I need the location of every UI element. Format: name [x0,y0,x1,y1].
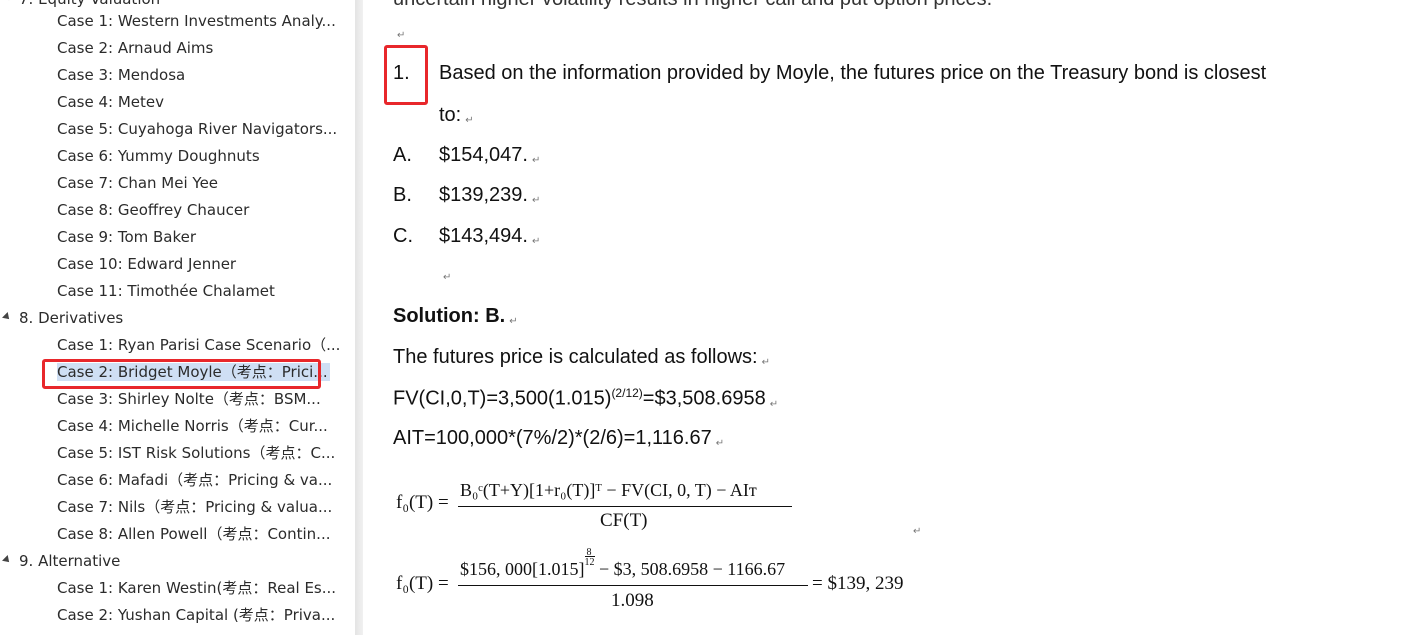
nav-label: Case 2: Arnaud Aims [57,39,214,57]
nav-item[interactable]: Case 7: Chan Mei Yee [57,170,218,197]
nav-item[interactable]: Case 6: Mafadi（考点：Pricing & va... [57,467,332,494]
nav-label: Case 1: Karen Westin(考点：Real Es... [57,579,337,597]
formula2-numerator: $156, 000[1.015] 8 12 − $3, 508.6958 − 116… [460,547,786,579]
nav-heading[interactable]: 8. Derivatives [0,305,123,332]
nav-label: Case 11: Timothée Chalamet [57,282,275,300]
formula2-exp-bottom: 12 [584,557,595,568]
nav-label: Case 10: Edward Jenner [57,255,237,273]
nav-item[interactable]: Case 11: Timothée Chalamet [57,278,275,305]
paragraph-mark-icon: ↵ [769,398,779,410]
option-c-letter: C. [393,225,413,247]
formula2-lhs: f₀(T) = [396,573,449,594]
nav-item[interactable]: Case 5: Cuyahoga River Navigators... [57,116,337,143]
nav-label: 8. Derivatives [19,309,124,327]
nav-item[interactable]: Case 7: Nils（考点：Pricing & valua... [57,494,332,521]
question-highlight-box [384,45,428,105]
nav-heading-label: 7. Equity Valuation [19,0,160,8]
nav-label: Case 3: Mendosa [57,66,186,84]
nav-label: Case 9: Tom Baker [57,228,197,246]
nav-label: Case 4: Metev [57,93,164,111]
paragraph-mark-icon: ↵ [509,316,518,327]
nav-item[interactable]: Case 3: Shirley Nolte（考点：BSM... [57,386,321,413]
collapse-triangle-icon[interactable] [2,0,12,3]
paragraph-mark-icon: ↵ [531,195,541,206]
nav-item[interactable]: Case 8: Allen Powell（考点：Contin... [57,521,330,548]
nav-item[interactable]: Case 9: Tom Baker [57,224,196,251]
option-a-text: $154,047. ↵ [439,144,541,166]
nav-item[interactable]: Case 2: Yushan Capital (考点：Priva... [57,602,335,629]
nav-item[interactable]: Case 1: Western Investments Analy... [57,8,336,35]
nav-label: Case 7: Nils（考点：Pricing & valua... [57,498,333,516]
nav-heading[interactable]: 9. Alternative [0,548,120,575]
question-text-line1: Based on the information provided by Moy… [439,62,1267,84]
nav-item[interactable]: Case 4: Michelle Norris（考点：Cur... [57,413,328,440]
formula1-lhs: f₀(T) = [396,492,449,513]
paragraph-mark-icon: ↵ [465,115,474,126]
nav-label: Case 7: Chan Mei Yee [57,174,219,192]
nav-item[interactable]: Case 4: Metev [57,89,164,116]
paragraph-mark-icon: ↵ [761,357,770,368]
paragraph-mark-icon: ↵ [397,30,406,41]
nav-label: Case 5: IST Risk Solutions（考点：C... [57,444,336,462]
nav-selection-highlight-box [42,359,321,389]
nav-label: Case 3: Shirley Nolte（考点：BSM... [57,390,321,408]
pane-divider[interactable] [355,0,363,635]
formula2-result: = $139, 239 [812,573,904,594]
formula2-fraction-bar [458,585,808,586]
collapse-triangle-icon[interactable] [2,554,12,565]
nav-label: Case 1: Ryan Parisi Case Scenario（... [57,336,341,354]
formula1-denominator: CF(T) [600,510,648,531]
document-margin-area [1359,0,1417,635]
equation-ait: AIT=100,000*(7%/2)*(2/6)=1,116.67 ↵ [393,427,725,449]
question-text-line2: to: ↵ [439,104,474,126]
nav-label: Case 1: Western Investments Analy... [57,12,336,30]
nav-label: Case 8: Geoffrey Chaucer [57,201,250,219]
explanation-text: The futures price is calculated as follo… [393,346,770,368]
option-b-text: $139,239. ↵ [439,184,541,206]
option-c-text: $143,494. ↵ [439,225,541,247]
nav-item[interactable]: Case 3: Mendosa [57,62,185,89]
nav-item[interactable]: Case 2: Arnaud Aims [57,35,213,62]
nav-label: Case 4: Michelle Norris（考点：Cur... [57,417,328,435]
paragraph-mark-icon: ↵ [715,438,725,449]
nav-item[interactable]: Case 5: IST Risk Solutions（考点：C... [57,440,335,467]
paragraph-mark-icon: ↵ [913,526,922,537]
formula1-fraction-bar [458,506,792,507]
nav-item[interactable]: Case 6: Yummy Doughnuts [57,143,260,170]
nav-label: Case 6: Yummy Doughnuts [57,147,260,165]
nav-label: Case 8: Allen Powell（考点：Contin... [57,525,331,543]
nav-label: 9. Alternative [19,552,121,570]
nav-label: Case 5: Cuyahoga River Navigators... [57,120,338,138]
nav-item[interactable]: Case 10: Edward Jenner [57,251,236,278]
collapse-triangle-icon[interactable] [2,311,12,322]
option-b-letter: B. [393,184,412,206]
formula2-denominator: 1.098 [611,590,654,611]
nav-item[interactable]: Case 1: Ryan Parisi Case Scenario（... [57,332,340,359]
nav-item[interactable]: Case 8: Geoffrey Chaucer [57,197,249,224]
formula1-numerator: B₀ᶜ(T+Y)[1+r₀(T)]ᵀ − FV(CI, 0, T) − AIт [460,480,757,500]
paragraph-mark-icon: ↵ [531,236,541,247]
doc-partial-top-line: uncertain higher volatility results in h… [393,0,992,11]
navigation-pane: 7. Equity Valuation Case 1: Western Inve… [0,0,355,635]
option-a-letter: A. [393,144,412,166]
nav-label: Case 2: Yushan Capital (考点：Priva... [57,606,336,624]
solution-label: Solution: B. ↵ [393,305,518,327]
equation-fv: FV(CI,0,T)=3,500(1.015)(2/12)=$3,508.695… [393,386,779,410]
nav-item[interactable]: Case 1: Karen Westin(考点：Real Es... [57,575,336,602]
nav-label: Case 6: Mafadi（考点：Pricing & va... [57,471,333,489]
paragraph-mark-icon: ↵ [531,155,541,166]
paragraph-mark-icon: ↵ [443,272,452,283]
